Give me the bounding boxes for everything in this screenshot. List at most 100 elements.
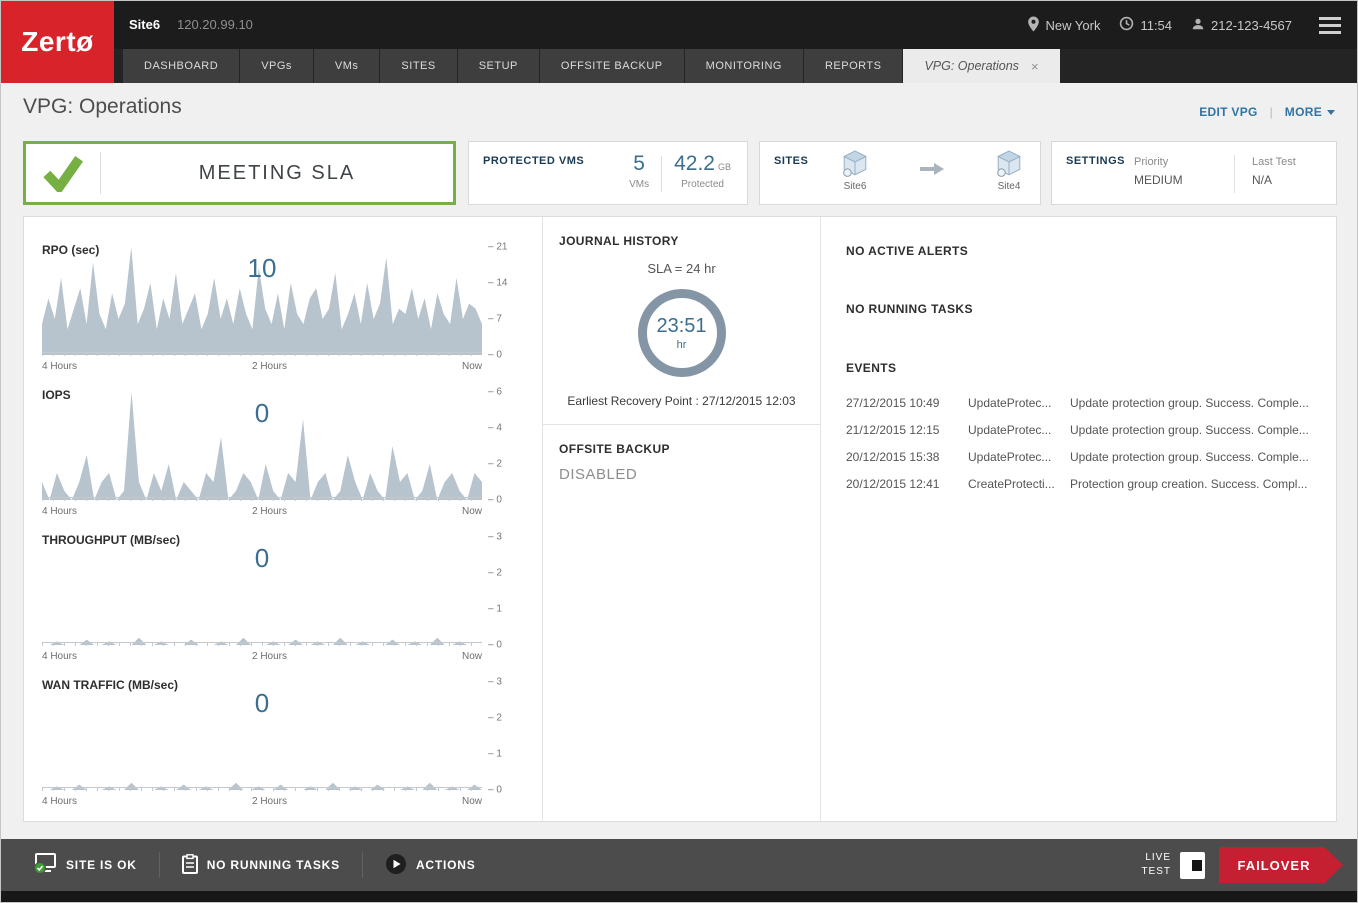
- footer-base-strip: [1, 891, 1357, 902]
- settings-divider: [1234, 155, 1235, 193]
- footer-divider: [158, 852, 160, 878]
- event-description: Protection group creation. Success. Comp…: [1070, 476, 1308, 491]
- location-group: New York: [1027, 16, 1101, 35]
- footer-right-group: LIVE TEST FAILOVER: [1141, 847, 1357, 883]
- failover-button[interactable]: FAILOVER: [1219, 847, 1343, 883]
- journal-history-gauge: 23:51 hr: [637, 289, 726, 377]
- site-status-indicator[interactable]: SITE IS OK: [33, 852, 137, 878]
- offsite-backup-status: DISABLED: [559, 466, 638, 483]
- protected-size-unit: GB: [717, 162, 731, 172]
- chart-wan-traffic-xaxis: [42, 787, 482, 791]
- sites-box: SITES Site6 Site4: [759, 141, 1041, 205]
- chart-iops-title: IOPS: [42, 388, 71, 402]
- header-actions-divider: |: [1269, 105, 1273, 119]
- chart-throughput-current-value: 0: [254, 543, 270, 573]
- location-label: New York: [1045, 17, 1101, 33]
- nav-tabs: DASHBOARD VPGs VMs SITES SETUP OFFSITE B…: [123, 49, 1061, 83]
- tab-vpg-operations-label: VPG: Operations: [924, 59, 1019, 73]
- chart-wan-traffic-title: WAN TRAFFIC (MB/sec): [42, 678, 178, 692]
- tab-vpgs[interactable]: VPGs: [240, 49, 313, 83]
- last-test-column: Last Test N/A: [1252, 156, 1296, 187]
- settings-label: SETTINGS: [1066, 155, 1126, 167]
- target-site: Site4: [996, 150, 1022, 192]
- tab-sites[interactable]: SITES: [380, 49, 457, 83]
- chart-rpo-current-value: 10: [247, 253, 277, 283]
- event-row[interactable]: 20/12/2015 15:38 UpdateProtec... Update …: [846, 443, 1311, 470]
- toggle-knob: [1192, 859, 1202, 871]
- chart-throughput-xlabels: 4 Hours 2 Hours Now: [42, 651, 482, 662]
- journal-sla-text: SLA = 24 hr: [647, 261, 716, 276]
- vm-count-value: 5: [633, 152, 645, 175]
- tab-close-icon[interactable]: ×: [1031, 59, 1039, 74]
- chart-iops-xaxis: [42, 497, 482, 501]
- tab-reports[interactable]: REPORTS: [803, 49, 903, 83]
- protected-size-value: 42.2: [674, 152, 715, 175]
- live-test-toggle[interactable]: [1180, 851, 1205, 879]
- location-pin-icon: [1027, 16, 1040, 35]
- vm-count-unit: VMs: [629, 179, 650, 190]
- last-test-label: Last Test: [1252, 156, 1296, 168]
- event-description: Update protection group. Success. Comple…: [1070, 449, 1309, 464]
- chart-rpo-yticks: – 21– 14– 7– 0: [488, 241, 508, 361]
- more-button[interactable]: MORE: [1285, 105, 1322, 119]
- event-timestamp: 21/12/2015 12:15: [846, 422, 940, 437]
- chart-rpo: RPO (sec) 10 – 21– 14– 7– 0 4 Hours 2 Hou…: [24, 239, 542, 384]
- event-description: Update protection group. Success. Comple…: [1070, 395, 1309, 410]
- offsite-backup-heading: OFFSITE BACKUP: [559, 442, 670, 456]
- event-row[interactable]: 20/12/2015 12:41 CreateProtecti... Prote…: [846, 470, 1311, 497]
- event-row[interactable]: 21/12/2015 12:15 UpdateProtec... Update …: [846, 416, 1311, 443]
- event-type: UpdateProtec...: [968, 422, 1052, 437]
- event-timestamp: 20/12/2015 12:41: [846, 476, 940, 491]
- running-tasks-indicator[interactable]: NO RUNNING TASKS: [181, 853, 340, 877]
- last-test-value: N/A: [1252, 173, 1273, 187]
- target-site-name: Site4: [997, 181, 1021, 192]
- zerto-logo: Zertø: [1, 1, 114, 83]
- event-type: UpdateProtec...: [968, 395, 1052, 410]
- edit-vpg-button[interactable]: EDIT VPG: [1199, 105, 1257, 119]
- chart-wan-traffic-yticks: – 3– 2– 1– 0: [488, 676, 502, 796]
- tab-dashboard[interactable]: DASHBOARD: [123, 49, 240, 83]
- live-test-labels: LIVE TEST: [1141, 851, 1171, 879]
- footer-bar: SITE IS OK NO RUNNING TASKS ACTIONS LIVE…: [1, 839, 1357, 891]
- tab-offsite-backup[interactable]: OFFSITE BACKUP: [539, 49, 684, 83]
- tab-vms[interactable]: VMs: [313, 49, 380, 83]
- alerts-column: NO ACTIVE ALERTS NO RUNNING TASKS EVENTS…: [821, 217, 1336, 821]
- chart-throughput-yticks: – 3– 2– 1– 0: [488, 531, 502, 651]
- priority-column: Priority MEDIUM: [1134, 156, 1183, 187]
- event-timestamp: 20/12/2015 15:38: [846, 449, 940, 464]
- time-group: 11:54: [1119, 16, 1172, 34]
- site-ip: 120.20.99.10: [177, 17, 253, 32]
- event-type: UpdateProtec...: [968, 449, 1052, 464]
- hamburger-menu-icon[interactable]: [1319, 16, 1341, 34]
- vms-stat-divider: [661, 156, 663, 192]
- topbar: Site6 120.20.99.10 New York 11:54 212-12…: [1, 1, 1357, 49]
- event-row[interactable]: 27/12/2015 10:49 UpdateProtec... Update …: [846, 389, 1311, 416]
- gauge-value: 23:51: [656, 315, 707, 337]
- site-name: Site6: [129, 17, 161, 32]
- phone-label: 212-123-4567: [1211, 17, 1292, 33]
- journal-history-heading: JOURNAL HISTORY: [559, 234, 679, 248]
- earliest-recovery-point: Earliest Recovery Point : 27/12/2015 12:…: [567, 394, 796, 408]
- play-circle-icon: [385, 853, 407, 878]
- chart-wan-traffic: WAN TRAFFIC (MB/sec) 0 – 3– 2– 1– 0 4 Ho…: [24, 674, 542, 819]
- clock-icon: [1119, 16, 1134, 34]
- sites-label: SITES: [774, 155, 809, 167]
- chart-iops-current-value: 0: [254, 398, 270, 428]
- chart-throughput: THROUGHPUT (MB/sec) 0 – 3– 2– 1– 0 4 Hou…: [24, 529, 542, 674]
- page-header: VPG: Operations EDIT VPG | MORE: [1, 83, 1357, 139]
- chart-rpo-title: RPO (sec): [42, 243, 100, 257]
- priority-label: Priority: [1134, 156, 1169, 168]
- running-tasks-label: NO RUNNING TASKS: [206, 858, 340, 872]
- tab-vpg-operations[interactable]: VPG: Operations ×: [903, 49, 1060, 83]
- actions-button[interactable]: ACTIONS: [385, 853, 476, 878]
- event-description: Update protection group. Success. Comple…: [1070, 422, 1309, 437]
- sla-status-box: MEETING SLA: [23, 141, 456, 205]
- charts-column: RPO (sec) 10 – 21– 14– 7– 0 4 Hours 2 Hou…: [24, 217, 542, 821]
- event-type: CreateProtecti...: [968, 476, 1055, 491]
- chevron-down-icon: [1327, 109, 1335, 115]
- sla-status-text: MEETING SLA: [198, 161, 356, 184]
- person-icon: [1191, 17, 1205, 34]
- topbar-right: New York 11:54 212-123-4567: [1015, 1, 1341, 49]
- tab-setup[interactable]: SETUP: [457, 49, 539, 83]
- tab-monitoring[interactable]: MONITORING: [684, 49, 803, 83]
